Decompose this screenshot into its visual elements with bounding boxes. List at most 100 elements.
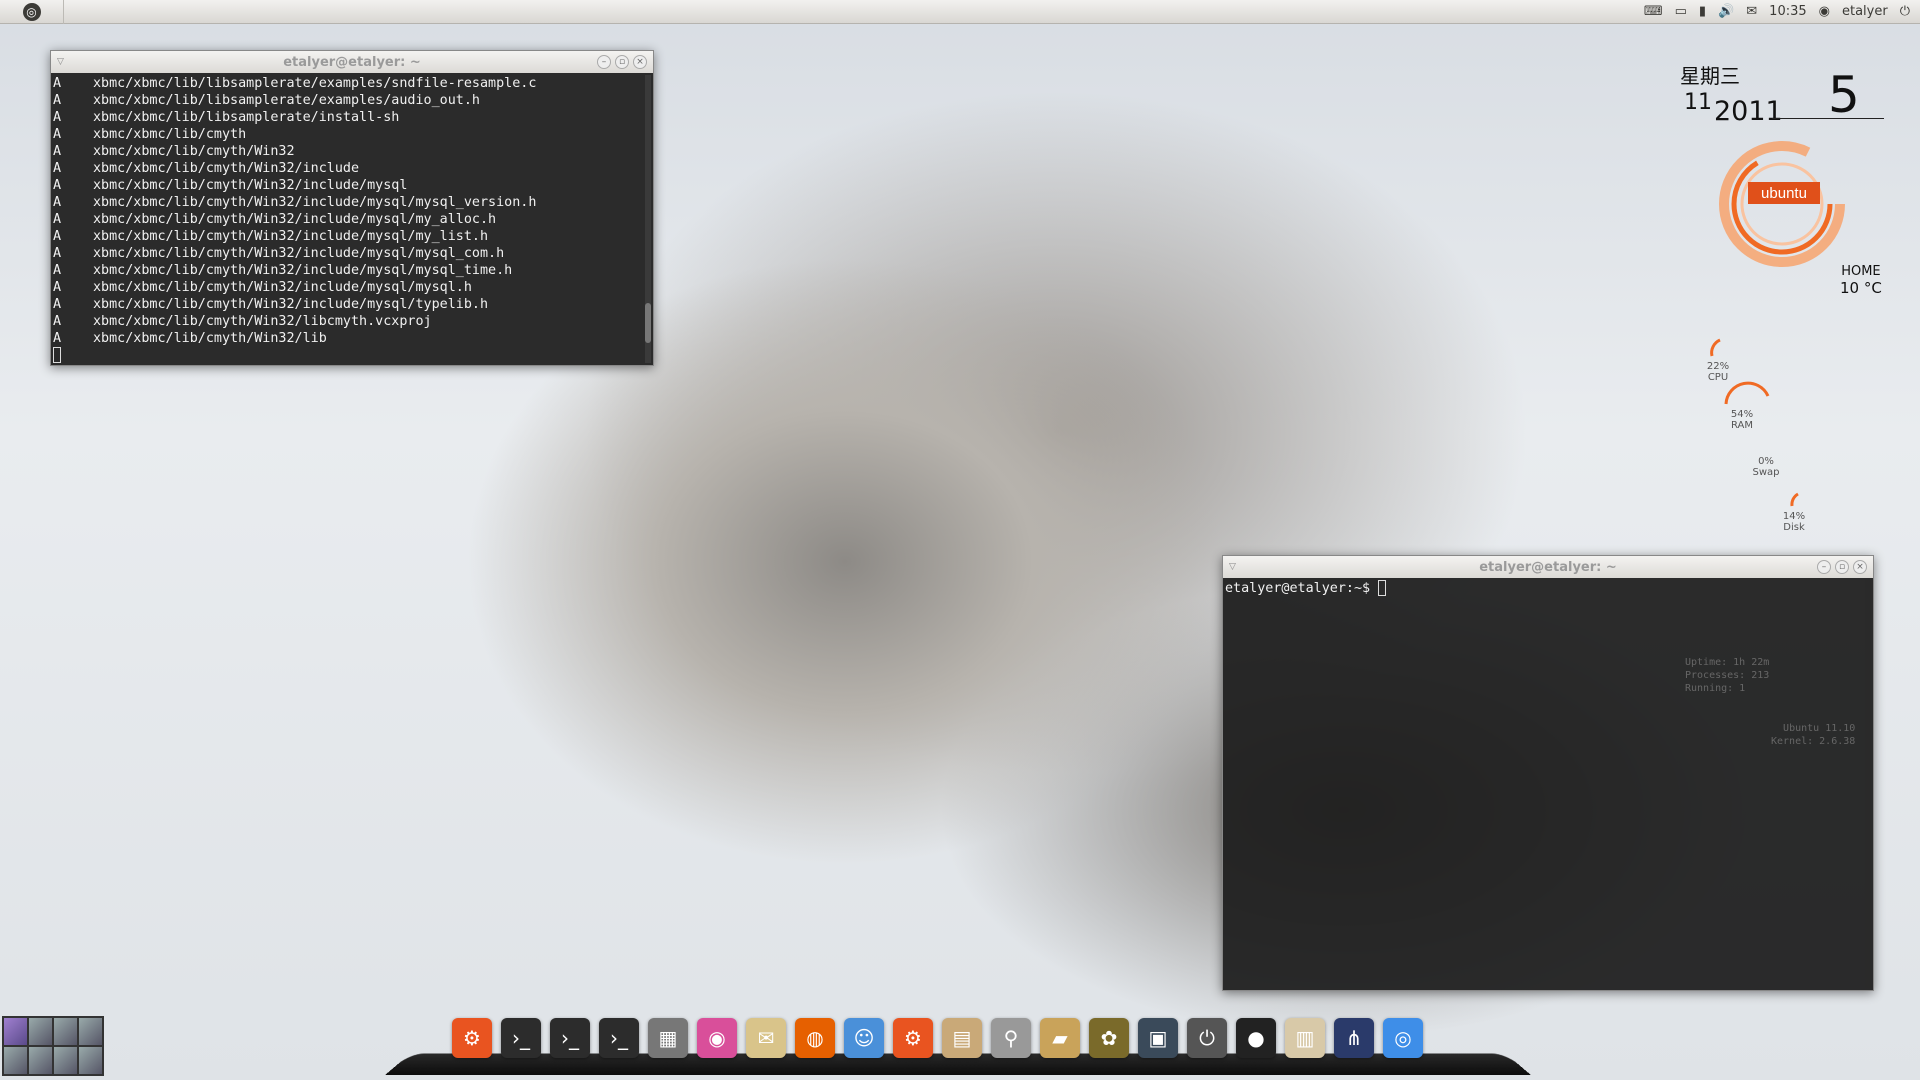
terminal-line: Axbmc/xbmc/lib/cmyth/Win32/include/mysql — [53, 177, 651, 194]
user-name[interactable]: etalyer — [1842, 4, 1888, 19]
file-path: xbmc/xbmc/lib/cmyth/Win32/include/mysql/… — [93, 246, 505, 261]
document-viewer-icon[interactable]: ▥ — [1285, 1018, 1325, 1058]
file-path: xbmc/xbmc/lib/libsamplerate/examples/snd… — [93, 76, 537, 91]
workspace-3[interactable] — [54, 1018, 77, 1045]
svn-status-flag: A — [53, 93, 62, 108]
window-titlebar[interactable]: ▽ etalyer@etalyer: ~ – ▫ × — [1223, 556, 1873, 578]
terminal-output[interactable]: Axbmc/xbmc/lib/libsamplerate/examples/sn… — [51, 73, 653, 365]
volume-icon[interactable]: 🔊 — [1718, 4, 1734, 19]
swap-value: 0% — [1758, 456, 1774, 467]
mail-icon[interactable]: ✉ — [1746, 4, 1757, 19]
cpu-gauge: 22% CPU — [1688, 328, 1748, 383]
workspace-switcher-icon[interactable]: ▣ — [1138, 1018, 1178, 1058]
top-panel: ◎ ⌨ ▭ ▮ 🔊 ✉ 10:35 ◉ etalyer ⏻ — [0, 0, 1920, 24]
terminal-window-2[interactable]: ▽ etalyer@etalyer: ~ – ▫ × etalyer@etaly… — [1222, 555, 1874, 991]
calculator-icon[interactable]: ▦ — [648, 1018, 688, 1058]
files-icon[interactable]: ▰ — [1040, 1018, 1080, 1058]
file-path: xbmc/xbmc/lib/libsamplerate/install-sh — [93, 110, 400, 125]
ram-label: RAM — [1730, 420, 1753, 431]
power-icon[interactable]: ⏻ — [1900, 4, 1910, 19]
conky-system-info: Uptime: 1h 22m Processes: 213 Running: 1 — [1685, 656, 1769, 695]
svn-status-flag: A — [53, 110, 62, 125]
power-icon[interactable]: ⏻ — [1187, 1018, 1227, 1058]
photos-icon[interactable]: ✿ — [1089, 1018, 1129, 1058]
svn-status-flag: A — [53, 314, 62, 329]
battery-icon[interactable]: ▭ — [1675, 4, 1687, 19]
close-icon[interactable]: × — [633, 55, 647, 69]
close-icon[interactable]: × — [1853, 560, 1867, 574]
chat-icon[interactable]: ☺ — [844, 1018, 884, 1058]
indicator-area: ⌨ ▭ ▮ 🔊 ✉ 10:35 ◉ etalyer ⏻ — [1644, 4, 1920, 19]
conky-os-info: Ubuntu 11.10 Kernel: 2.6.38 — [1771, 722, 1855, 748]
svn-status-flag: A — [53, 161, 62, 176]
ubuntu-software-icon[interactable]: ⚙ — [452, 1018, 492, 1058]
file-path: xbmc/xbmc/lib/cmyth/Win32/include/mysql/… — [93, 212, 497, 227]
conky-kernel: Kernel: 2.6.38 — [1771, 736, 1856, 747]
firefox-icon[interactable]: ◍ — [795, 1018, 835, 1058]
disk-gauge: 14% Disk — [1764, 490, 1824, 533]
ubuntu-one-icon[interactable]: ⚙ — [893, 1018, 933, 1058]
recorder-icon[interactable]: ● — [1236, 1018, 1276, 1058]
swap-label: Swap — [1752, 467, 1780, 478]
keyboard-icon[interactable]: ⌨ — [1644, 4, 1663, 19]
workspace-switcher[interactable] — [2, 1016, 104, 1076]
cpu-value: 22% — [1706, 361, 1730, 372]
file-path: xbmc/xbmc/lib/libsamplerate/examples/aud… — [93, 93, 480, 108]
terminal-icon-3[interactable]: ›_ — [599, 1018, 639, 1058]
maximize-icon[interactable]: ▫ — [1835, 560, 1849, 574]
swap-gauge: 0% Swap — [1736, 456, 1796, 478]
workspace-6[interactable] — [29, 1047, 52, 1074]
workspace-8[interactable] — [79, 1047, 102, 1074]
ram-gauge: 54% RAM — [1712, 376, 1772, 431]
file-path: xbmc/xbmc/lib/cmyth/Win32/include/mysql — [93, 178, 408, 193]
svn-status-flag: A — [53, 144, 62, 159]
terminal-icon-1[interactable]: ›_ — [501, 1018, 541, 1058]
disk-label: Disk — [1783, 522, 1805, 533]
terminal-line: Axbmc/xbmc/lib/cmyth/Win32/lib — [53, 330, 651, 347]
maximize-icon[interactable]: ▫ — [615, 55, 629, 69]
terminal-line: Axbmc/xbmc/lib/libsamplerate/examples/au… — [53, 92, 651, 109]
mail-icon[interactable]: ✉ — [746, 1018, 786, 1058]
terminal-line: Axbmc/xbmc/lib/cmyth/Win32/include/mysql… — [53, 296, 651, 313]
terminal-line: Axbmc/xbmc/lib/libsamplerate/examples/sn… — [53, 75, 651, 92]
search-icon[interactable]: ⚲ — [991, 1018, 1031, 1058]
conky-running: Running: 1 — [1685, 683, 1746, 694]
network-icon[interactable]: ▮ — [1699, 4, 1706, 19]
workspace-1[interactable] — [4, 1018, 27, 1045]
chrome-icon[interactable]: ◎ — [1383, 1018, 1423, 1058]
cpu-gauge-arc — [1710, 338, 1721, 357]
terminal-output[interactable]: etalyer@etalyer:~$ Uptime: 1h 22m Proces… — [1223, 578, 1873, 990]
scrollbar[interactable] — [1865, 580, 1871, 988]
minimize-icon[interactable]: – — [1817, 560, 1831, 574]
clock-divider — [1772, 118, 1884, 119]
terminal-line: Axbmc/xbmc/lib/cmyth — [53, 126, 651, 143]
ubuntu-ring-widget: ubuntu — [1719, 141, 1845, 267]
terminal-line: Axbmc/xbmc/lib/cmyth/Win32/include/mysql… — [53, 245, 651, 262]
svn-status-flag: A — [53, 280, 62, 295]
terminal-window-1[interactable]: ▽ etalyer@etalyer: ~ – ▫ × Axbmc/xbmc/li… — [50, 50, 654, 366]
clock-time[interactable]: 10:35 — [1769, 4, 1806, 19]
svn-status-flag: A — [53, 127, 62, 142]
scrollbar[interactable] — [645, 75, 651, 363]
wireless-icon[interactable]: ⋔ — [1334, 1018, 1374, 1058]
file-path: xbmc/xbmc/lib/cmyth — [93, 127, 247, 142]
dash-home-button[interactable]: ◎ — [0, 0, 64, 24]
terminal-line: Axbmc/xbmc/lib/cmyth/Win32/include/mysql… — [53, 228, 651, 245]
text-editor-icon[interactable]: ▤ — [942, 1018, 982, 1058]
clock-widget: 星期三 11 2011 5 — [1680, 60, 1884, 127]
shell-prompt: etalyer@etalyer:~$ — [1225, 581, 1371, 596]
ubuntu-logo-icon: ◎ — [22, 2, 41, 21]
minimize-icon[interactable]: – — [597, 55, 611, 69]
workspace-7[interactable] — [54, 1047, 77, 1074]
weather-location: HOME — [1841, 264, 1881, 279]
workspace-2[interactable] — [29, 1018, 52, 1045]
terminal-icon-2[interactable]: ›_ — [550, 1018, 590, 1058]
color-picker-icon[interactable]: ◉ — [697, 1018, 737, 1058]
scrollbar-thumb[interactable] — [645, 303, 651, 343]
ram-gauge-arc — [1724, 381, 1770, 405]
clock-day: 5 — [1828, 66, 1860, 124]
terminal-line: Axbmc/xbmc/lib/cmyth/Win32/include/mysql… — [53, 279, 651, 296]
window-titlebar[interactable]: ▽ etalyer@etalyer: ~ – ▫ × — [51, 51, 653, 73]
workspace-5[interactable] — [4, 1047, 27, 1074]
workspace-4[interactable] — [79, 1018, 102, 1045]
